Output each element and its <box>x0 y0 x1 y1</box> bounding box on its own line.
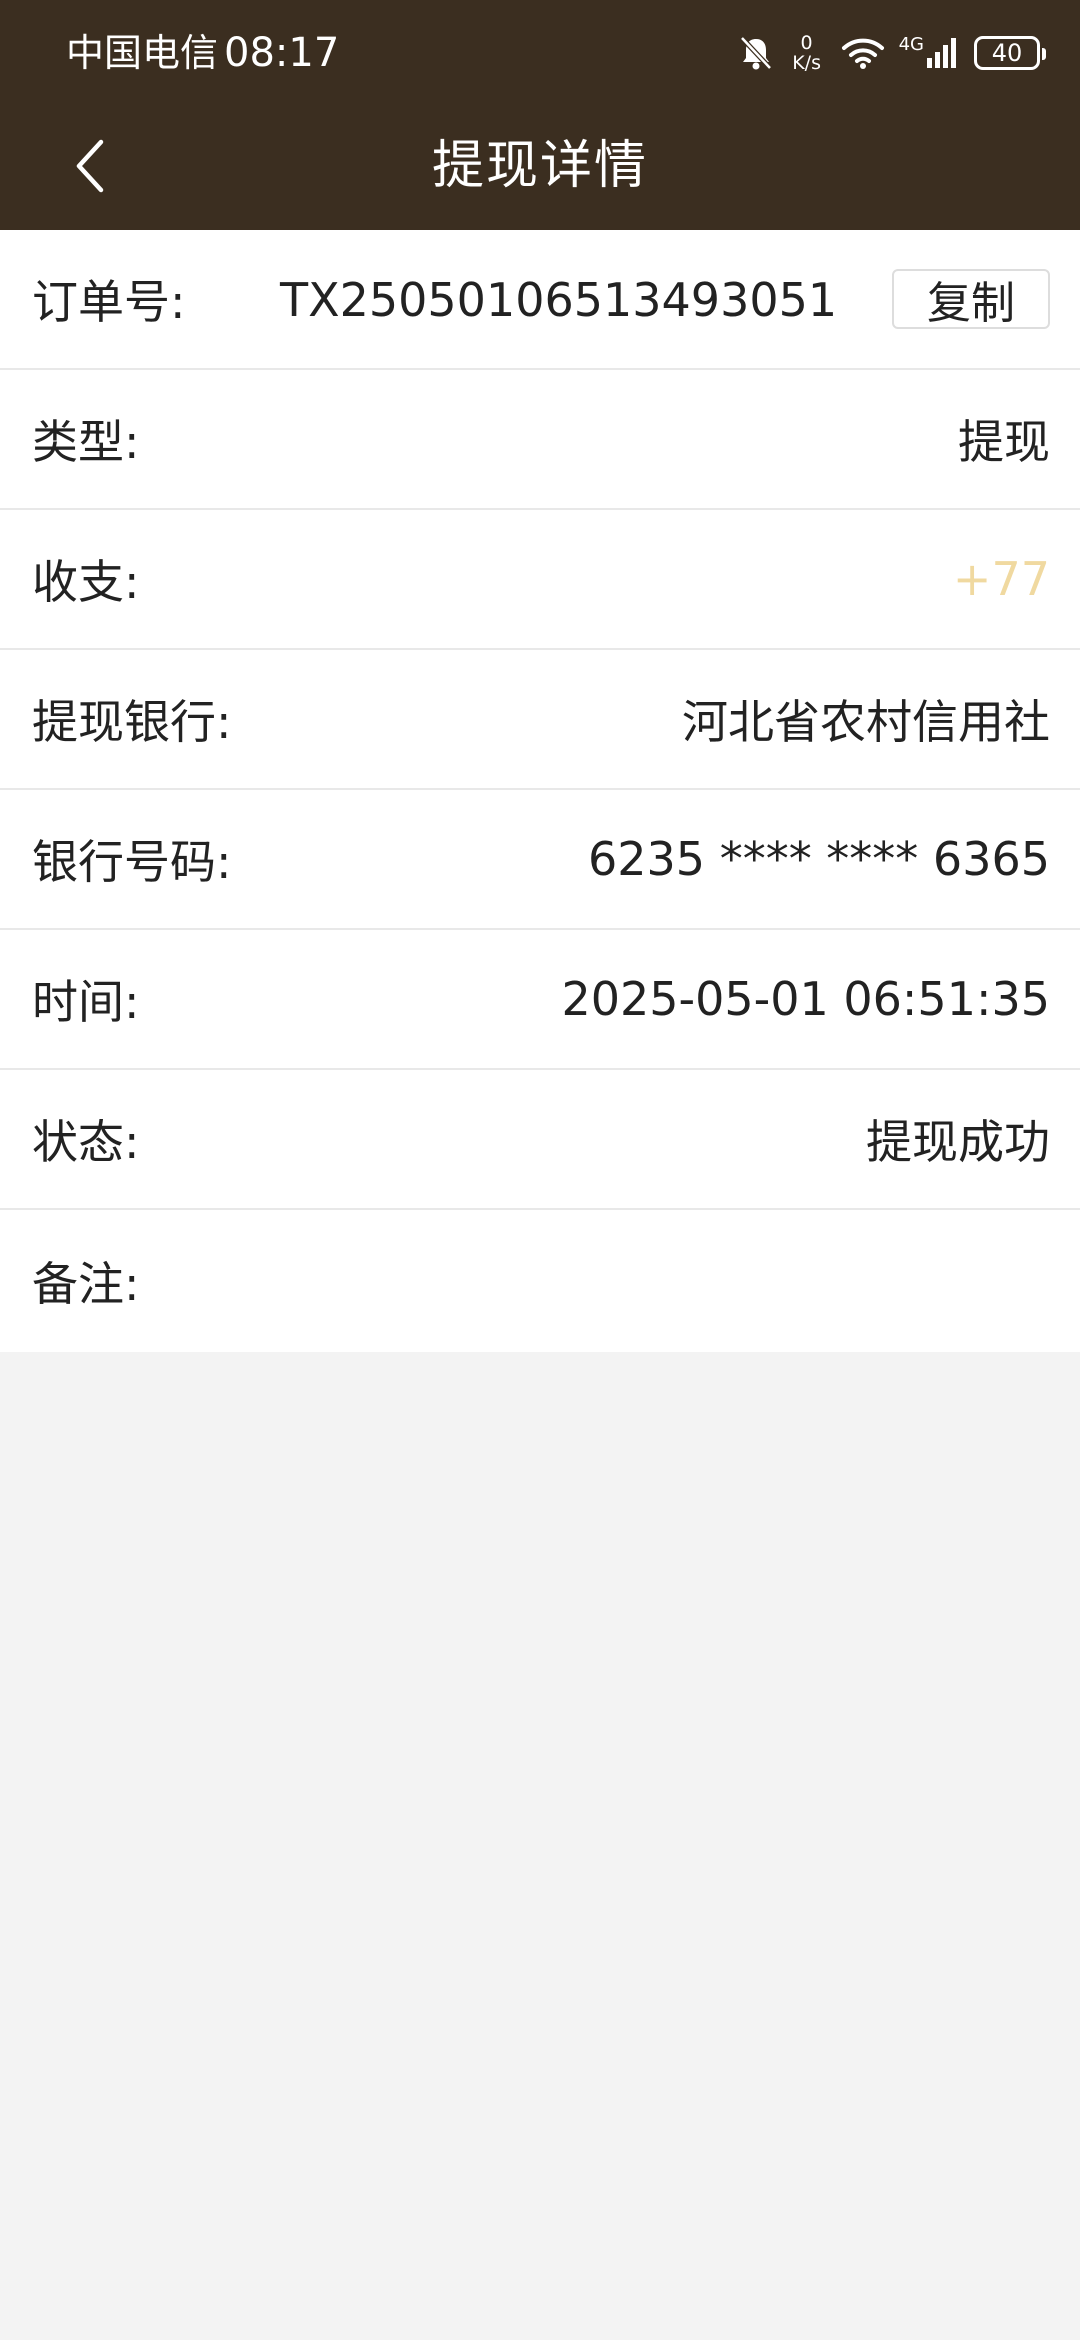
carrier-name: 中国电信 <box>66 31 219 75</box>
detail-row-type: 类型: 提现 <box>0 370 1080 510</box>
signal-bars-icon <box>927 38 956 68</box>
cellular-signal: 4G <box>899 36 960 70</box>
status-label: 状态: <box>32 1115 140 1169</box>
page-title: 提现详情 <box>431 136 648 196</box>
amount-label: 收支: <box>32 555 140 609</box>
time-label: 时间: <box>32 975 140 1029</box>
app-header: 中国电信 08:17 0 K/s 4G 40 提现详情 <box>0 0 1080 230</box>
battery-icon: 40 <box>974 36 1046 70</box>
status-bar: 中国电信 08:17 0 K/s 4G 40 <box>0 0 1080 105</box>
net-speed-value: 0 <box>800 32 813 54</box>
status-icons: 0 K/s 4G 40 <box>739 30 1046 76</box>
card-value: 6235 **** **** 6365 <box>588 832 1050 886</box>
status-left: 中国电信 08:17 <box>66 28 339 78</box>
detail-row-remark: 备注: <box>0 1210 1080 1352</box>
amount-value: +77 <box>952 552 1050 606</box>
network-type: 4G <box>898 34 924 55</box>
wifi-icon <box>841 36 885 70</box>
detail-row-card: 银行号码: 6235 **** **** 6365 <box>0 790 1080 930</box>
time-value: 2025-05-01 06:51:35 <box>561 972 1050 1026</box>
detail-row-amount: 收支: +77 <box>0 510 1080 650</box>
battery-level: 40 <box>991 39 1023 67</box>
order-number: TX25050106513493051 <box>280 273 838 327</box>
type-value: 提现 <box>958 415 1050 469</box>
status-time: 08:17 <box>224 30 340 76</box>
type-label: 类型: <box>32 415 140 469</box>
bank-value: 河北省农村信用社 <box>682 695 1050 749</box>
nav-bar: 提现详情 <box>0 105 1080 230</box>
remark-label: 备注: <box>32 1257 140 1311</box>
net-speed: 0 K/s <box>787 33 827 73</box>
detail-row-status: 状态: 提现成功 <box>0 1070 1080 1210</box>
order-label: 订单号: <box>32 275 186 329</box>
withdrawal-details-list: 订单号: TX25050106513493051 复制 类型: 提现 收支: +… <box>0 230 1080 1352</box>
detail-row-bank: 提现银行: 河北省农村信用社 <box>0 650 1080 790</box>
copy-button[interactable]: 复制 <box>892 269 1050 329</box>
detail-row-time: 时间: 2025-05-01 06:51:35 <box>0 930 1080 1070</box>
detail-row-order: 订单号: TX25050106513493051 复制 <box>0 230 1080 370</box>
status-value: 提现成功 <box>866 1115 1050 1169</box>
bank-label: 提现银行: <box>32 695 232 749</box>
card-label: 银行号码: <box>32 835 232 889</box>
net-speed-unit: K/s <box>792 52 821 74</box>
mute-bell-icon <box>739 35 773 71</box>
